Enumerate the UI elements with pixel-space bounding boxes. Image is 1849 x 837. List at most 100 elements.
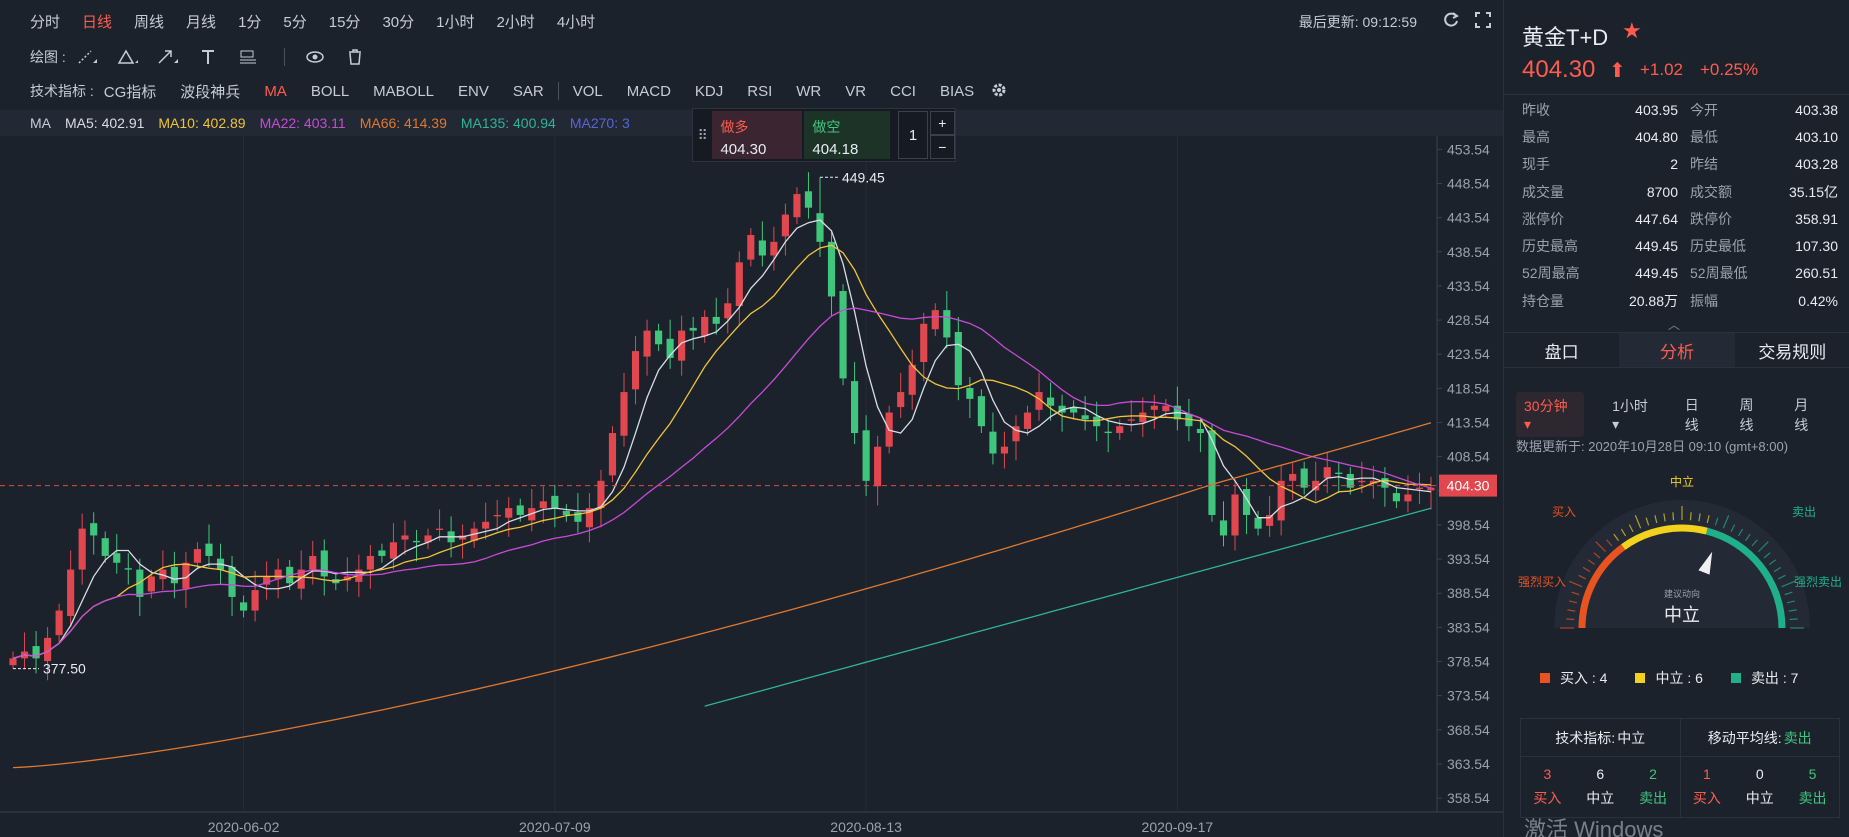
stat-label: 跌停价 <box>1690 210 1732 227</box>
count-label: 卖出 <box>1798 790 1827 806</box>
legend-item: 中立 : 6 <box>1635 668 1703 688</box>
y-tick-label: 433.54 <box>1447 278 1490 294</box>
count-number: 2 <box>1649 766 1657 782</box>
candle-body <box>920 323 928 363</box>
right-tab[interactable]: 分析 <box>1619 333 1735 367</box>
stats-row: 持仓量 20.88万 振幅 0.42% <box>1522 287 1838 314</box>
gear-icon[interactable] <box>990 81 1008 102</box>
analysis-period-tab[interactable]: 日线 <box>1685 395 1712 435</box>
indicator-tab[interactable]: VR <box>845 83 866 100</box>
candle-body <box>851 381 859 434</box>
stat-value: 20.88万 <box>1628 292 1678 309</box>
period-tab[interactable]: 15分 <box>329 11 361 32</box>
indicator-tab[interactable]: SAR <box>513 83 544 100</box>
indicator-tab[interactable]: BIAS <box>940 83 974 100</box>
indicator-tab[interactable]: RSI <box>747 83 772 100</box>
candle-body <box>228 566 236 597</box>
star-icon[interactable]: ★ <box>1622 18 1642 44</box>
indicator-tab[interactable]: MACD <box>627 83 671 100</box>
candle-body <box>1162 405 1170 412</box>
period-tab[interactable]: 月线 <box>186 11 216 32</box>
ma-title: MA <box>30 115 51 131</box>
count-number: 5 <box>1808 766 1817 782</box>
candle-body <box>1116 426 1124 434</box>
ma-value: MA5: 402.91 <box>65 115 145 131</box>
ma-value: MA66: 414.39 <box>359 115 447 131</box>
stat-value: 35.15亿 <box>1788 183 1838 200</box>
indicator-tab[interactable]: 波段神兵 <box>180 81 240 102</box>
legend-item: 买入 : 4 <box>1540 668 1607 688</box>
candle-body <box>966 387 974 399</box>
arrow-tool-icon[interactable] <box>156 47 180 67</box>
x-tick-label: 2020-08-13 <box>830 819 902 835</box>
indicator-tab[interactable]: MABOLL <box>373 83 434 100</box>
count-column: 5 卖出 <box>1786 757 1839 817</box>
indicator-tab[interactable]: CG指标 <box>104 81 157 102</box>
buy-button[interactable]: 做多 404.30 <box>712 111 803 159</box>
candle-body <box>758 240 766 256</box>
candle-body <box>874 446 882 487</box>
indicator-tab[interactable]: ENV <box>458 83 489 100</box>
period-tab[interactable]: 1分 <box>238 11 261 32</box>
collapse-icon[interactable]: ︿ <box>1668 316 1680 333</box>
stat-label: 现手 <box>1522 156 1550 173</box>
right-tab[interactable]: 盘口 <box>1504 333 1620 367</box>
triangle-tool-icon[interactable] <box>116 47 140 67</box>
period-tab[interactable]: 1小时 <box>436 11 474 32</box>
indicator-tab[interactable]: CCI <box>890 83 916 100</box>
candle-body <box>193 549 202 563</box>
draw-toolbar: 绘图 : <box>0 42 1503 72</box>
decrement-button[interactable]: − <box>929 135 955 159</box>
candle-body <box>493 514 501 517</box>
analysis-period-tab[interactable]: 周线 <box>1740 395 1767 435</box>
gauge-label-strong-sell: 强烈卖出 <box>1794 575 1842 589</box>
candle-body <box>67 569 75 617</box>
analysis-period-tab[interactable]: 30分钟 ▾ <box>1516 392 1585 437</box>
indicator-tab[interactable]: MA <box>264 83 287 100</box>
text-tool-icon[interactable] <box>196 47 220 67</box>
candle-body <box>1081 415 1089 420</box>
period-tab[interactable]: 30分 <box>382 11 414 32</box>
candle-body <box>689 327 697 331</box>
gauge-label-strong-buy: 强烈买入 <box>1518 575 1566 589</box>
y-tick-label: 418.54 <box>1447 380 1490 396</box>
candle-body <box>793 194 801 218</box>
period-tab[interactable]: 分时 <box>30 11 60 32</box>
candle-body <box>816 213 824 242</box>
candle-body <box>954 331 962 386</box>
period-tab[interactable]: 4小时 <box>557 11 595 32</box>
stat-label: 成交额 <box>1690 183 1732 200</box>
right-tab[interactable]: 交易规则 <box>1734 333 1849 367</box>
period-tab[interactable]: 2小时 <box>496 11 534 32</box>
refresh-icon[interactable] <box>1441 10 1461 30</box>
candlestick-chart: 453.54 448.54 443.54 438.54 433.54 428.54 423.… <box>0 136 1503 835</box>
chart-panel: 分时 日线 周线 月线 1分 5分 15分 30分 1小时 2小时 4小时 最后更新: 09:12:… <box>0 0 1503 837</box>
stats-row: 成交量 8700 成交额 35.15亿 <box>1522 178 1838 205</box>
analysis-period-tab[interactable]: 月线 <box>1794 395 1821 435</box>
fullscreen-icon[interactable] <box>1473 10 1493 30</box>
increment-button[interactable]: + <box>929 111 955 135</box>
up-arrow-icon: ⬆ <box>1609 60 1626 82</box>
indicator-tab[interactable]: KDJ <box>695 83 723 100</box>
candle-body <box>620 392 628 436</box>
label-tool-icon[interactable] <box>236 47 260 67</box>
count-number: 3 <box>1543 766 1552 782</box>
drag-handle-icon[interactable]: ⠿ <box>693 109 712 161</box>
period-tab[interactable]: 周线 <box>134 11 164 32</box>
indicator-tab[interactable]: VOL <box>573 83 603 100</box>
quantity-field[interactable]: 1 <box>898 111 928 159</box>
period-tab[interactable]: 5分 <box>283 11 306 32</box>
legend-item: 卖出 : 7 <box>1730 668 1798 688</box>
analysis-period-tab[interactable]: 1小时 ▾ <box>1612 396 1657 433</box>
eye-icon[interactable] <box>303 47 327 67</box>
y-tick-label: 388.54 <box>1447 585 1490 601</box>
sell-button[interactable]: 做空 404.18 <box>804 111 891 159</box>
trash-icon[interactable] <box>343 47 367 67</box>
gauge-tick <box>1672 512 1675 521</box>
candle-body <box>309 555 317 570</box>
indicator-tab[interactable]: WR <box>796 83 821 100</box>
line-tool-icon[interactable] <box>76 47 100 67</box>
indicator-tab[interactable]: BOLL <box>311 83 349 100</box>
period-tab[interactable]: 日线 <box>82 11 112 32</box>
ma66-line <box>12 422 1432 769</box>
